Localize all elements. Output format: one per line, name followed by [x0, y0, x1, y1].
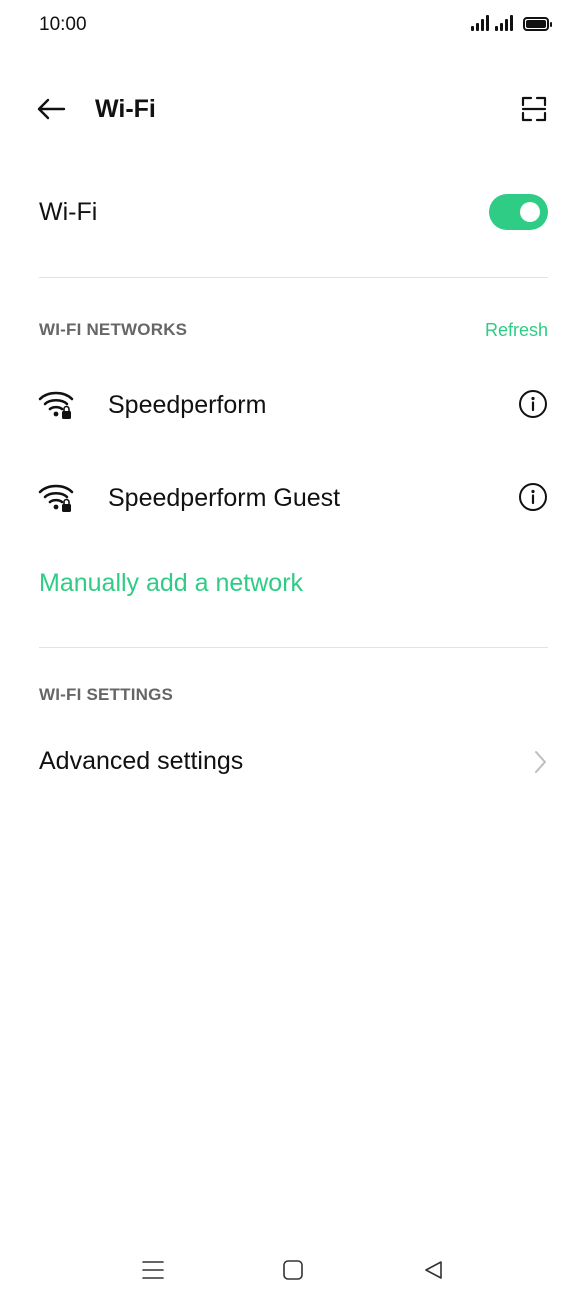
- page-title: Wi-Fi: [95, 95, 156, 123]
- network-name: Speedperform Guest: [108, 484, 341, 512]
- wifi-toggle-label: Wi-Fi: [39, 198, 98, 226]
- toggle-knob: [520, 202, 540, 222]
- back-button[interactable]: [34, 93, 68, 125]
- back-triangle-icon: [425, 1261, 442, 1279]
- divider: [39, 647, 548, 648]
- wifi-toggle-switch[interactable]: [489, 194, 548, 230]
- back-arrow-icon: [37, 98, 66, 120]
- advanced-settings-label: Advanced settings: [39, 747, 244, 775]
- nav-back-button[interactable]: [417, 1255, 449, 1285]
- advanced-settings-item[interactable]: Advanced settings: [0, 732, 587, 792]
- manually-add-network-link[interactable]: Manually add a network: [39, 568, 303, 598]
- nav-home-button[interactable]: [277, 1255, 309, 1285]
- network-name: Speedperform: [108, 391, 267, 419]
- battery-icon: [523, 17, 552, 31]
- menu-icon: [142, 1261, 164, 1279]
- wifi-locked-icon: [38, 484, 74, 512]
- nav-menu-button[interactable]: [137, 1255, 169, 1285]
- chevron-right-icon: [535, 751, 546, 773]
- home-icon: [283, 1260, 303, 1280]
- wifi-locked-icon: [38, 391, 74, 419]
- status-time: 10:00: [39, 14, 87, 35]
- network-item-speedperform[interactable]: Speedperform: [0, 375, 587, 435]
- signal-icon: [495, 15, 513, 31]
- section-header-wifi-networks: WI-FI NETWORKS: [39, 320, 188, 339]
- status-icons: [471, 15, 552, 31]
- network-item-speedperform-guest[interactable]: Speedperform Guest: [0, 468, 587, 528]
- divider: [39, 277, 548, 278]
- qr-scan-icon: [521, 96, 547, 122]
- info-icon[interactable]: [517, 481, 549, 513]
- section-header-wifi-settings: WI-FI SETTINGS: [39, 685, 174, 704]
- refresh-button[interactable]: Refresh: [485, 320, 548, 340]
- info-icon[interactable]: [517, 388, 549, 420]
- signal-icon: [471, 15, 489, 31]
- qr-scan-button[interactable]: [516, 92, 552, 126]
